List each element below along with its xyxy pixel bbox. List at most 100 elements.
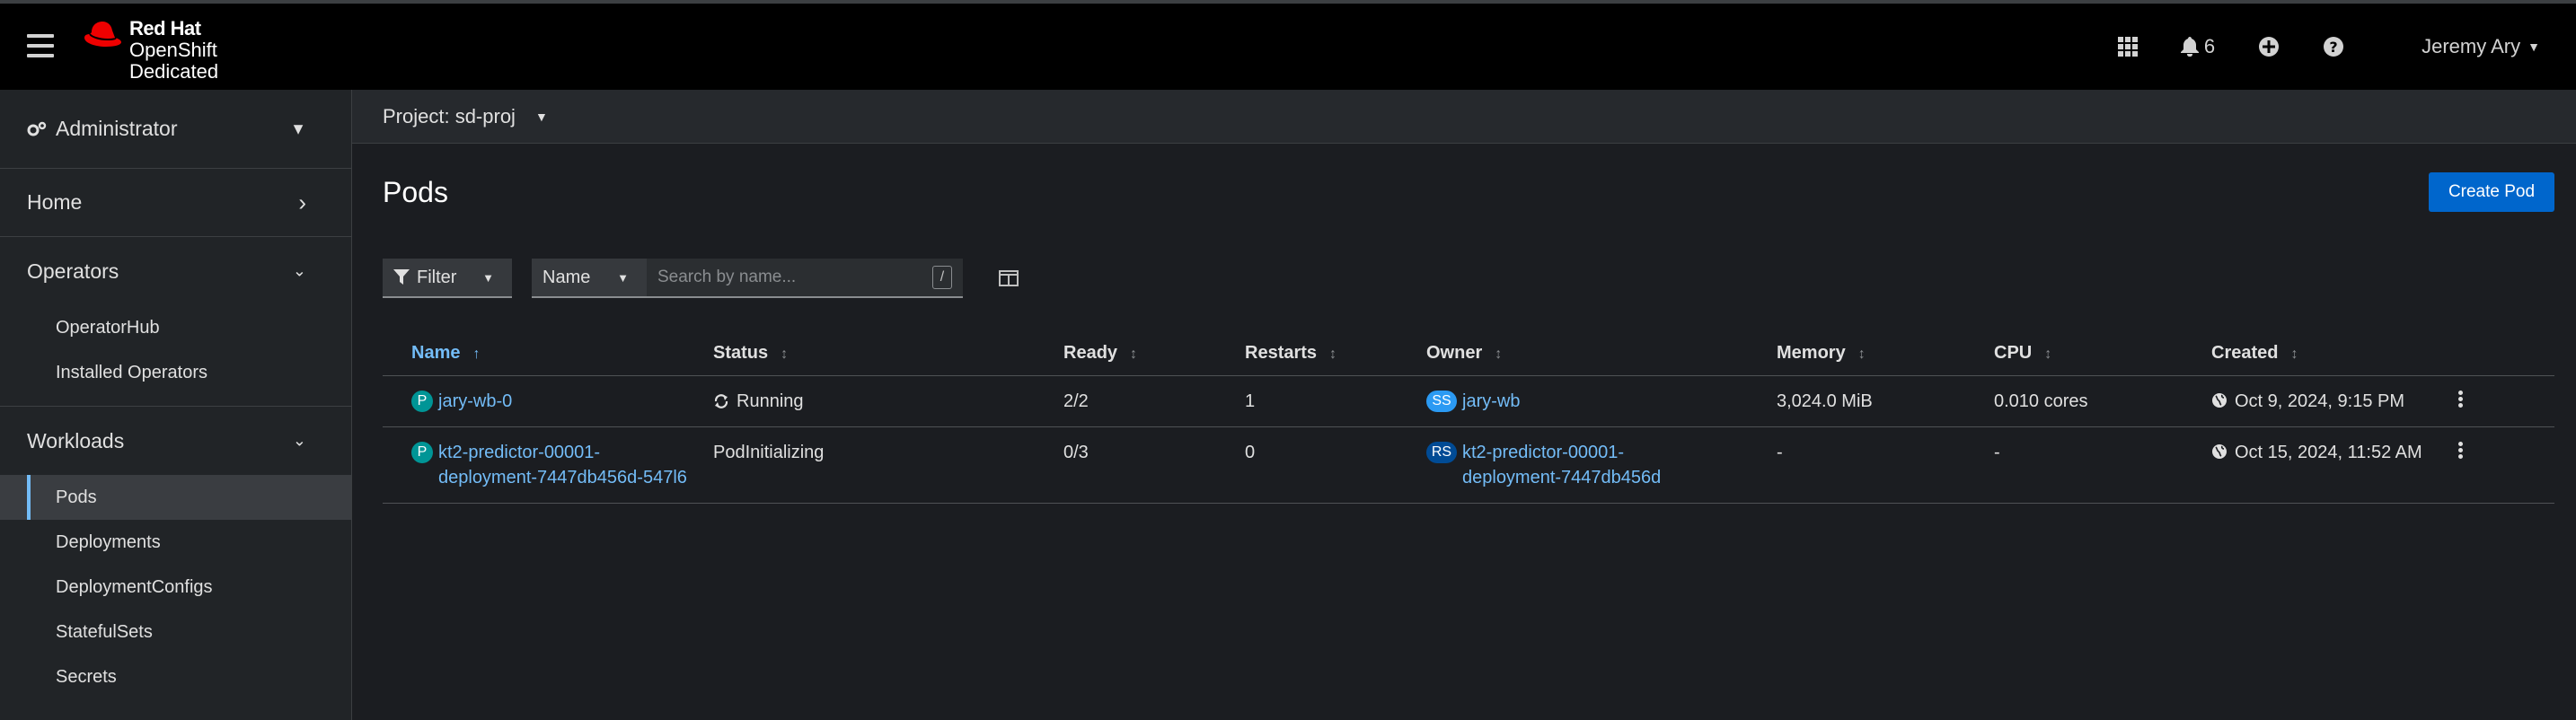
sort-icon: ↕ bbox=[1857, 346, 1866, 362]
chevron-down-icon: ⌄ bbox=[292, 431, 306, 450]
brand-line-2: OpenShift bbox=[129, 39, 217, 61]
pod-name-line: deployment-7447db456d-547l6 bbox=[438, 468, 687, 487]
column-header-name[interactable]: Name ↑ bbox=[383, 330, 713, 376]
attribute-dropdown[interactable]: Name ▼ bbox=[532, 259, 647, 298]
owner-link[interactable]: jary-wb bbox=[1462, 389, 1520, 414]
user-menu[interactable]: Jeremy Ary ▼ bbox=[2422, 35, 2540, 58]
perspective-label: Administrator bbox=[56, 117, 178, 140]
table-row: P kt2-predictor-00001- deployment-7447db… bbox=[383, 426, 2554, 504]
shortcut-key-hint: / bbox=[932, 266, 952, 289]
nav-item-deployments[interactable]: Deployments bbox=[0, 520, 351, 565]
nav-section-label: Home bbox=[27, 190, 83, 214]
restarts-value: 0 bbox=[1245, 426, 1426, 504]
nav-section-operators[interactable]: Operators ⌄ bbox=[0, 237, 351, 305]
replicaset-badge: RS bbox=[1426, 442, 1457, 463]
column-header-ready[interactable]: Ready ↕ bbox=[1063, 330, 1245, 376]
search-box: / bbox=[647, 259, 963, 298]
globe-icon bbox=[2212, 444, 2227, 459]
app-launcher-icon[interactable] bbox=[2117, 37, 2138, 57]
column-label: Status bbox=[713, 342, 769, 363]
page-title: Pods bbox=[383, 176, 448, 208]
nav-section-workloads[interactable]: Workloads ⌄ bbox=[0, 407, 351, 475]
nav-item-installed-operators[interactable]: Installed Operators bbox=[0, 350, 351, 395]
nav-section-label: Operators bbox=[27, 259, 119, 283]
column-header-status[interactable]: Status ↕ bbox=[713, 330, 1063, 376]
pod-name-link[interactable]: jary-wb-0 bbox=[438, 389, 512, 414]
nav-group-workloads: Workloads ⌄ Pods Deployments DeploymentC… bbox=[0, 407, 351, 699]
column-header-cpu[interactable]: CPU ↕ bbox=[1994, 330, 2211, 376]
kebab-menu-icon[interactable] bbox=[2447, 442, 2474, 459]
nav-section-home[interactable]: Home › bbox=[0, 169, 351, 237]
globe-icon bbox=[2212, 393, 2227, 408]
filter-icon bbox=[393, 269, 410, 285]
cpu-value: 0.010 cores bbox=[1994, 375, 2211, 427]
nav-item-deploymentconfigs[interactable]: DeploymentConfigs bbox=[0, 565, 351, 610]
pod-name-link[interactable]: kt2-predictor-00001- deployment-7447db45… bbox=[438, 440, 687, 490]
status-text: PodInitializing bbox=[713, 426, 1063, 504]
table-row: P jary-wb-0 Running 2/2 1 SS jary-wb 3,0… bbox=[383, 375, 2554, 427]
pod-badge: P bbox=[411, 442, 433, 463]
svg-text:?: ? bbox=[2329, 39, 2337, 56]
pods-table: Name ↑ Status ↕ Ready ↕ Restarts ↕ Owner ↕ Me… bbox=[383, 330, 2554, 504]
statefulset-badge: SS bbox=[1426, 391, 1457, 412]
memory-value: - bbox=[1777, 426, 1994, 504]
cpu-value: - bbox=[1994, 426, 2211, 504]
sort-icon: ↕ bbox=[1329, 346, 1337, 362]
filter-toolbar: Filter ▼ Name ▼ / bbox=[383, 259, 1019, 298]
bell-icon bbox=[2180, 37, 2199, 57]
nav-item-statefulsets[interactable]: StatefulSets bbox=[0, 610, 351, 654]
quick-create-icon[interactable] bbox=[2258, 36, 2280, 57]
attribute-label: Name bbox=[543, 267, 591, 287]
restarts-value: 1 bbox=[1245, 375, 1426, 427]
sync-icon bbox=[714, 394, 728, 408]
help-icon[interactable]: ? bbox=[2323, 36, 2344, 57]
chevron-right-icon: › bbox=[298, 189, 306, 215]
column-label: Created bbox=[2211, 342, 2279, 363]
notifications-button[interactable]: 6 bbox=[2180, 35, 2216, 58]
chevron-down-icon: ⌄ bbox=[292, 261, 306, 280]
column-header-owner[interactable]: Owner ↕ bbox=[1426, 330, 1777, 376]
sort-icon: ↕ bbox=[2290, 346, 2298, 362]
column-label: Name bbox=[411, 342, 461, 363]
hamburger-menu-icon[interactable] bbox=[27, 34, 54, 57]
nav-section-label: Workloads bbox=[27, 428, 125, 452]
perspective-switcher[interactable]: Administrator ▼ bbox=[0, 90, 351, 169]
column-label: Ready bbox=[1063, 342, 1118, 363]
sort-icon: ↕ bbox=[1130, 346, 1138, 362]
status-text: Running bbox=[737, 391, 804, 411]
caret-down-icon: ▼ bbox=[617, 270, 629, 285]
create-pod-button[interactable]: Create Pod bbox=[2429, 172, 2554, 212]
notification-count: 6 bbox=[2203, 35, 2216, 57]
masthead: Red Hat OpenShift Dedicated 6 ? Jeremy A… bbox=[0, 0, 2576, 90]
created-timestamp: Oct 9, 2024, 9:15 PM bbox=[2235, 391, 2404, 411]
nav-item-secrets[interactable]: Secrets bbox=[0, 654, 351, 699]
owner-link[interactable]: kt2-predictor-00001- deployment-7447db45… bbox=[1462, 440, 1661, 490]
cogs-icon bbox=[27, 121, 47, 136]
caret-down-icon: ▼ bbox=[482, 270, 494, 285]
column-header-created[interactable]: Created ↕ bbox=[2211, 330, 2447, 376]
ready-value: 0/3 bbox=[1063, 426, 1245, 504]
red-hat-logo-icon bbox=[84, 22, 121, 47]
user-name: Jeremy Ary bbox=[2422, 35, 2521, 57]
caret-down-icon: ▼ bbox=[534, 109, 548, 124]
caret-down-icon: ▼ bbox=[290, 119, 306, 137]
sort-icon: ↕ bbox=[1495, 346, 1503, 362]
table-header-row: Name ↑ Status ↕ Ready ↕ Restarts ↕ Owner ↕ Me… bbox=[383, 330, 2554, 376]
column-label: Owner bbox=[1426, 342, 1483, 363]
project-label: Project: sd-proj bbox=[383, 104, 516, 127]
pod-name-line: kt2-predictor-00001- bbox=[438, 443, 601, 462]
sort-ascending-icon: ↑ bbox=[472, 346, 481, 362]
ready-value: 2/2 bbox=[1063, 375, 1245, 427]
column-header-restarts[interactable]: Restarts ↕ bbox=[1245, 330, 1426, 376]
manage-columns-icon[interactable] bbox=[999, 270, 1019, 286]
memory-value: 3,024.0 MiB bbox=[1777, 375, 1994, 427]
project-selector[interactable]: Project: sd-proj ▼ bbox=[352, 90, 2576, 144]
search-input[interactable] bbox=[647, 259, 929, 296]
column-header-memory[interactable]: Memory ↕ bbox=[1777, 330, 1994, 376]
filter-dropdown[interactable]: Filter ▼ bbox=[383, 259, 512, 298]
nav-item-pods[interactable]: Pods bbox=[0, 475, 351, 520]
nav-item-operatorhub[interactable]: OperatorHub bbox=[0, 305, 351, 350]
brand-logo[interactable]: Red Hat OpenShift Dedicated bbox=[83, 18, 218, 83]
column-label: Restarts bbox=[1245, 342, 1318, 363]
kebab-menu-icon[interactable] bbox=[2447, 391, 2474, 408]
